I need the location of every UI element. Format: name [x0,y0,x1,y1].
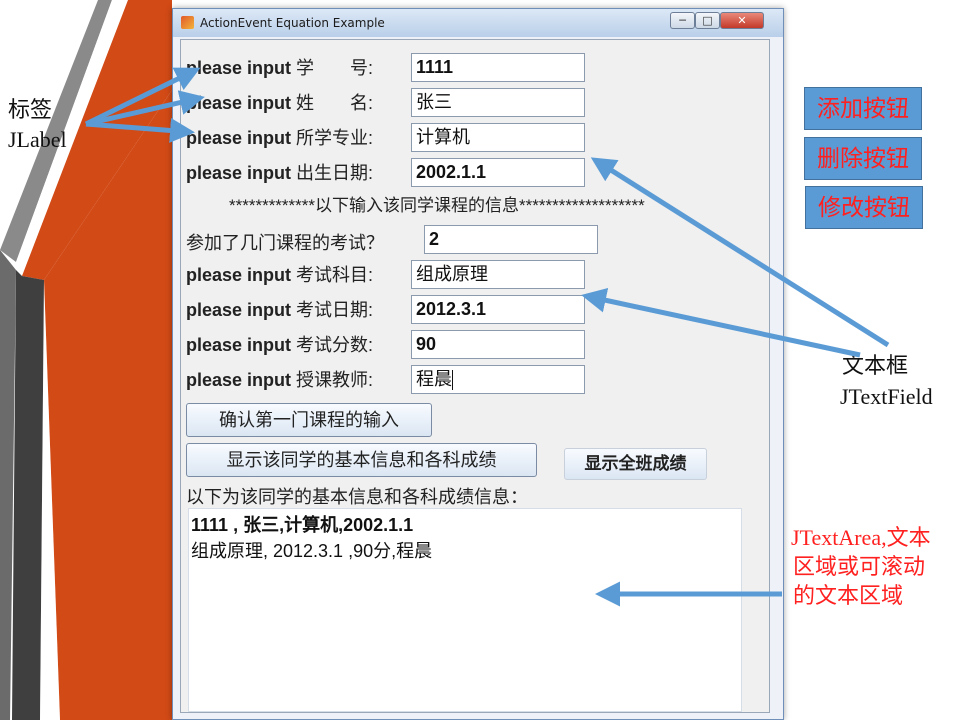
window-title: ActionEvent Equation Example [200,16,385,30]
label-teacher: please input 授课教师: [186,370,374,390]
label-exam-date: please input 考试日期: [186,300,374,320]
course-subject-field[interactable]: 组成原理 [411,260,585,289]
label-exam-score: please input 考试分数: [186,335,374,355]
text-caret [452,370,453,391]
label-name: please input 姓 名: [186,93,374,113]
close-button[interactable]: ✕ [720,12,764,29]
annotation-textarea-line2: 区域或可滚动 [793,554,926,579]
content-pane: please input 学 号: 1111 please input 姓 名:… [180,39,770,713]
label-major: please input 所学专业: [186,128,374,148]
result-text-area[interactable]: 1111 , 张三,计算机,2002.1.1 组成原理, 2012.3.1 ,9… [188,508,742,712]
edit-button[interactable]: 修改按钮 [805,186,923,229]
annotation-textfield-en: JTextField [840,384,933,409]
result-line: 组成原理, 2012.3.1 ,90分,程晨 [191,541,433,561]
annotation-textarea-line1: JTextArea,文本 [791,525,931,550]
confirm-course-button[interactable]: 确认第一门课程的输入 [186,403,432,437]
java-window: ActionEvent Equation Example ─ □ ✕ pleas… [172,8,784,720]
java-app-icon [181,16,194,29]
show-class-scores-button[interactable]: 显示全班成绩 [564,448,707,480]
label-birth-date: please input 出生日期: [186,163,374,183]
title-bar[interactable]: ActionEvent Equation Example ─ □ ✕ [173,9,783,37]
birth-date-field[interactable]: 2002.1.1 [411,158,585,187]
teacher-field-value: 程晨 [416,369,452,389]
delete-button[interactable]: 删除按钮 [804,137,922,180]
teacher-field[interactable]: 程晨 [411,365,585,394]
annotation-textarea-line3: 的文本区域 [793,583,904,608]
annotation-textfield-cn: 文本框 [842,353,909,378]
minimize-button[interactable]: ─ [670,12,695,29]
annotation-label-en: JLabel [8,127,67,152]
show-student-info-button[interactable]: 显示该同学的基本信息和各科成绩 [186,443,537,477]
exam-score-field[interactable]: 90 [411,330,585,359]
name-field[interactable]: 张三 [411,88,585,117]
course-separator-label: *************以下输入该同学课程的信息***************… [229,196,645,215]
annotation-label-cn: 标签 [8,97,53,122]
add-button[interactable]: 添加按钮 [804,87,922,130]
maximize-button[interactable]: □ [695,12,720,29]
student-id-field[interactable]: 1111 [411,53,585,82]
label-course-subject: please input 考试科目: [186,265,374,285]
label-student-id: please input 学 号: [186,58,374,78]
exam-date-field[interactable]: 2012.3.1 [411,295,585,324]
result-label: 以下为该同学的基本信息和各科成绩信息： [186,487,528,507]
result-line: 1111 , 张三,计算机,2002.1.1 [191,515,414,535]
course-count-field[interactable]: 2 [424,225,598,254]
label-course-count: 参加了几门课程的考试？ [186,233,384,253]
major-field[interactable]: 计算机 [411,123,585,152]
